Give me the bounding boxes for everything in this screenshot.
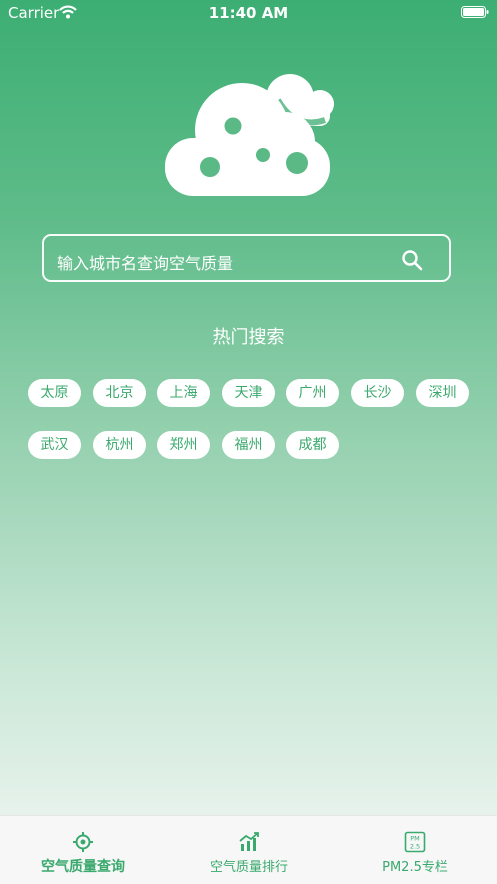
city-chip[interactable]: 杭州 [93,431,146,459]
city-chip[interactable]: 武汉 [28,431,81,459]
status-bar: Carrier 11:40 AM [0,0,497,26]
battery-icon [461,6,489,18]
pm-icon-text: PM [410,835,420,843]
locate-icon [73,832,93,852]
city-chip[interactable]: 长沙 [351,379,404,407]
tab-air-quality-ranking[interactable]: 空气质量排行 [166,816,332,884]
city-chip[interactable]: 郑州 [157,431,210,459]
app-logo-cloud-icon [165,74,334,196]
city-chip[interactable]: 上海 [157,379,210,407]
city-chip[interactable]: 北京 [93,379,146,407]
search-placeholder: 输入城市名查询空气质量 [57,254,234,273]
search-icon[interactable] [401,249,423,271]
tab-label: PM2.5专栏 [382,860,448,875]
city-chip[interactable]: 天津 [222,379,275,407]
tab-label: 空气质量排行 [209,860,288,875]
tab-air-quality-query[interactable]: 空气质量查询 [0,816,166,884]
city-chip[interactable]: 成都 [286,431,339,459]
tab-pm25-column[interactable]: PM 2.5 PM2.5专栏 [332,816,497,884]
city-search-input[interactable]: 输入城市名查询空气质量 [42,234,451,282]
city-chip[interactable]: 太原 [28,379,81,407]
pm25-icon: PM 2.5 [404,831,426,853]
tab-label: 空气质量查询 [41,859,125,875]
chart-icon [239,832,259,851]
bottom-tab-bar: 空气质量查询 空气质量排行 PM 2.5 PM2.5专栏 [0,815,497,884]
hot-search-title: 热门搜索 [212,327,285,348]
city-chip[interactable]: 福州 [222,431,275,459]
pm-icon-text: 2.5 [410,843,420,851]
status-time: 11:40 AM [208,4,289,22]
city-chip[interactable]: 深圳 [416,379,469,407]
city-chip[interactable]: 广州 [286,379,339,407]
